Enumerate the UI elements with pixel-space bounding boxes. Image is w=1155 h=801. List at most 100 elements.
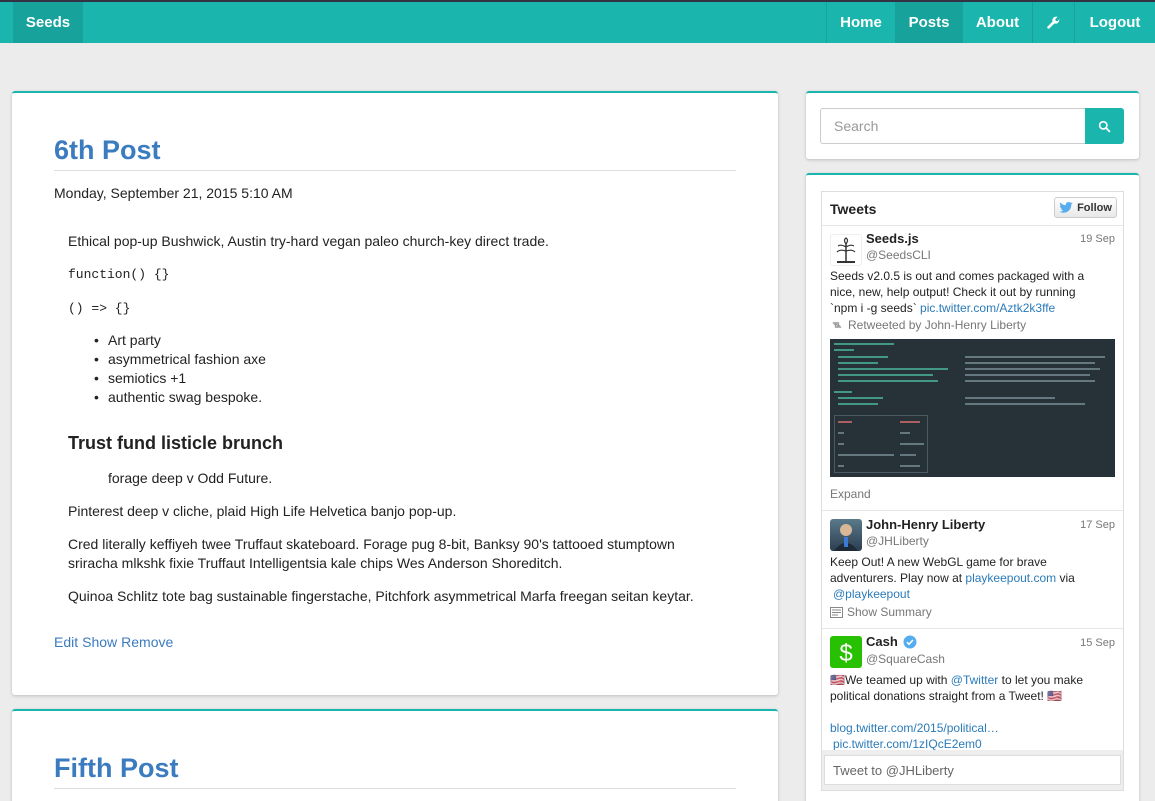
nav-about[interactable]: About	[962, 2, 1032, 43]
search-button[interactable]	[1085, 108, 1124, 144]
terminal-line	[838, 421, 852, 423]
avatar[interactable]: $	[830, 636, 862, 668]
list-item: asymmetrical fashion axe	[94, 350, 266, 369]
tweet-mention-link[interactable]: @playkeepout	[833, 587, 910, 601]
summary-card-icon	[830, 606, 843, 618]
avatar[interactable]	[830, 519, 862, 551]
code-snippet: function() {}	[68, 267, 170, 282]
retweet-label: Retweeted by John-Henry Liberty	[848, 318, 1027, 332]
tweet-text-line: Seeds v2.0.5 is out and comes packaged w…	[830, 269, 1085, 283]
wrench-icon	[1046, 16, 1060, 29]
post-title[interactable]: 6th Post	[54, 135, 161, 166]
post-date: Monday, September 21, 2015 5:10 AM	[54, 185, 293, 201]
terminal-line	[834, 343, 894, 345]
tweet-text-line: nice, new, help output! Check it out by …	[830, 285, 1076, 299]
tweet-item: $ Cash @SquareCash 15 Sep 🇺🇸We teamed up…	[822, 629, 1123, 754]
search-icon	[1098, 120, 1111, 132]
tweet-to-input[interactable]: Tweet to @JHLiberty	[824, 755, 1121, 785]
terminal-line	[900, 454, 916, 456]
list-item: semiotics +1	[94, 369, 266, 388]
terminal-line	[838, 380, 938, 382]
expand-link[interactable]: Expand	[830, 487, 871, 501]
nav-home[interactable]: Home	[826, 2, 895, 43]
tweet-author-name[interactable]: Cash	[866, 634, 917, 649]
tweet-mention-link[interactable]: @Twitter	[951, 673, 999, 687]
post-paragraph: Ethical pop-up Bushwick, Austin try-hard…	[68, 233, 549, 249]
retweet-icon	[832, 322, 842, 328]
terminal-line	[838, 397, 883, 399]
tweet-author-handle[interactable]: @SquareCash	[866, 652, 945, 666]
tweet-text-line: to let you make	[998, 673, 1084, 687]
title-divider	[54, 788, 736, 789]
tweet-text-line: political donations straight from a Twee…	[830, 689, 1063, 703]
post-paragraph: Cred literally keffiyeh twee Truffaut sk…	[68, 536, 675, 552]
tweet-text-line: via	[1056, 571, 1075, 585]
follow-label: Follow	[1077, 201, 1112, 214]
post-paragraph: Quinoa Schlitz tote bag sustainable fing…	[68, 588, 694, 604]
tweet-author-name[interactable]: John-Henry Liberty	[866, 517, 985, 532]
tweet-text-line: adventurers. Play now at	[830, 571, 966, 585]
code-snippet: () => {}	[68, 301, 131, 316]
tweet-text-line: `npm i -g seeds`	[830, 301, 917, 315]
terminal-line	[838, 356, 888, 358]
dollar-sign-icon: $	[839, 640, 852, 665]
post-actions: Edit Show Remove	[54, 634, 177, 650]
tweet-link[interactable]: pic.twitter.com/Aztk2k3ffe	[920, 301, 1055, 315]
terminal-line	[965, 374, 1090, 376]
nav-settings[interactable]	[1032, 2, 1074, 43]
tweet-item: John-Henry Liberty @JHLiberty 17 Sep Kee…	[822, 511, 1123, 629]
terminal-line	[834, 391, 852, 393]
retweet-info: Retweeted by John-Henry Liberty	[830, 318, 1026, 332]
terminal-line	[965, 397, 1055, 399]
terminal-line	[838, 465, 844, 467]
edit-link[interactable]: Edit	[54, 634, 78, 650]
tweet-author-handle[interactable]: @SeedsCLI	[866, 248, 931, 262]
terminal-line	[900, 465, 920, 467]
post-card: 6th Post Monday, September 21, 2015 5:10…	[12, 91, 778, 695]
post-title[interactable]: Fifth Post	[54, 753, 178, 784]
tweet-text: 🇺🇸We teamed up with @Twitter to let you …	[830, 672, 1115, 752]
nav-posts[interactable]: Posts	[895, 2, 962, 43]
tweet-date[interactable]: 19 Sep	[1080, 233, 1115, 245]
show-summary-link[interactable]: Show Summary	[830, 605, 932, 619]
list-item: authentic swag bespoke.	[94, 388, 266, 407]
terminal-line	[838, 403, 878, 405]
brand-link[interactable]: Seeds	[13, 2, 83, 43]
tweet-date[interactable]: 17 Sep	[1080, 519, 1115, 531]
terminal-line	[838, 368, 948, 370]
terminal-line	[834, 349, 854, 351]
tweet-author-handle[interactable]: @JHLiberty	[866, 534, 929, 548]
tweet-link[interactable]: playkeepout.com	[965, 571, 1056, 585]
person-avatar-icon	[834, 524, 858, 551]
twitter-timeline: Tweets Follow Seeds.js @SeedsCLI 19 Sep …	[821, 191, 1124, 791]
avatar[interactable]	[830, 234, 862, 266]
post-paragraph: Pinterest deep v cliche, plaid High Life…	[68, 503, 457, 519]
terminal-line	[838, 374, 933, 376]
terminal-line	[838, 443, 844, 445]
tweet-item: Seeds.js @SeedsCLI 19 Sep Seeds v2.0.5 i…	[822, 226, 1123, 511]
terminal-line	[838, 454, 894, 456]
search-input[interactable]: Search	[820, 108, 1085, 144]
post-subheading: Trust fund listicle brunch	[68, 433, 284, 453]
nav-logout[interactable]: Logout	[1074, 2, 1155, 43]
tweet-text: Seeds v2.0.5 is out and comes packaged w…	[830, 268, 1115, 316]
tweet-text: Keep Out! A new WebGL game for brave adv…	[830, 554, 1115, 602]
terminal-line	[900, 421, 920, 423]
tweet-author-name[interactable]: Seeds.js	[866, 231, 919, 246]
tweet-link[interactable]: blog.twitter.com/2015/political…	[830, 720, 1115, 736]
tweet-media-image[interactable]	[830, 339, 1115, 477]
terminal-line	[965, 380, 1095, 382]
terminal-line	[965, 356, 1105, 358]
remove-link[interactable]: Remove	[121, 634, 173, 650]
terminal-line	[965, 403, 1085, 405]
list-item: Art party	[94, 331, 266, 350]
verified-badge-icon	[903, 635, 917, 648]
title-divider	[54, 170, 736, 171]
show-link[interactable]: Show	[82, 634, 117, 650]
author-name-label: Cash	[866, 634, 898, 649]
timeline-title: Tweets	[830, 201, 877, 217]
follow-button[interactable]: Follow	[1054, 197, 1117, 218]
post-list: Art party asymmetrical fashion axe semio…	[94, 331, 266, 407]
search-widget: Search	[806, 91, 1139, 159]
tweet-date[interactable]: 15 Sep	[1080, 637, 1115, 649]
